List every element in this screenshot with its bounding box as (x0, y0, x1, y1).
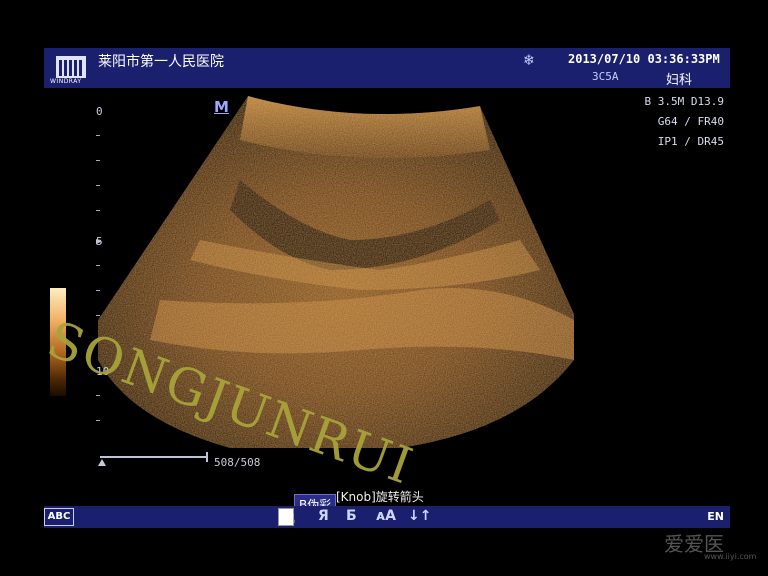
flip-horizontal-button[interactable]: Я (318, 508, 329, 524)
abc-button[interactable]: ABC (44, 508, 74, 526)
bottom-toolbar: ABC ☝ Я Ƃ ᴀA ↓↑ EN (44, 506, 730, 528)
depth-label: 0 (96, 105, 103, 118)
frame-counter: 508/508 (214, 456, 261, 469)
cine-scale (98, 452, 208, 466)
site-url: www.iiyi.com (704, 552, 757, 561)
flip-vertical-button[interactable]: Ƃ (346, 508, 357, 524)
focus-marker-icon: ▶ (96, 237, 102, 247)
depth-scale: 0 5 10 (92, 105, 122, 465)
orientation-marker: M (214, 98, 229, 116)
arrow-button[interactable]: ↓↑ (408, 508, 431, 524)
cursor-icon: ☝ (288, 512, 296, 526)
language-indicator[interactable]: EN (707, 510, 724, 523)
font-size-button[interactable]: ᴀA (376, 508, 396, 524)
knob-hint: [Knob]旋转箭头 (336, 490, 424, 504)
cine-pointer-icon (98, 459, 106, 466)
